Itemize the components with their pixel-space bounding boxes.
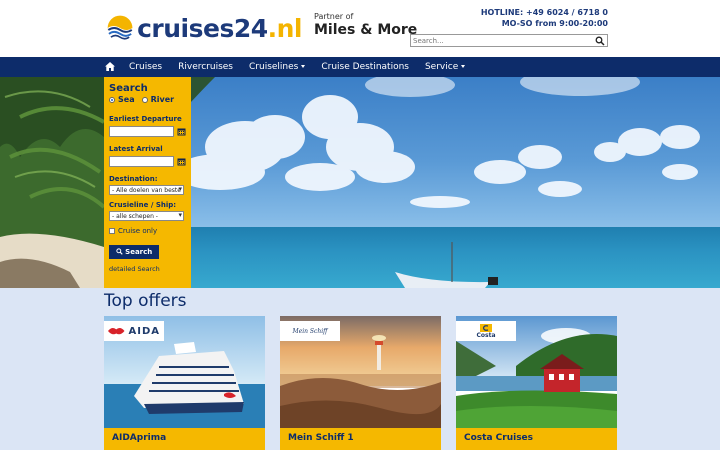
radio-sea[interactable] [109, 96, 115, 103]
mein-schiff-brand-text: Mein Schiff [292, 327, 328, 335]
nav-cruiselines-label: Cruiselines [249, 62, 299, 72]
wave-logo-icon [107, 15, 133, 42]
offer-title-bar: Costa Cruises [456, 428, 617, 450]
mein-schiff-brand-logo: Mein Schiff [280, 321, 340, 341]
radio-river-label: River [150, 95, 175, 104]
header: cruises24.nl Partner of Miles & More HOT… [0, 0, 720, 57]
destination-select[interactable]: - Alle doelen van beste [109, 185, 184, 195]
cruise-search-panel: Search Sea River Earliest Departure Late… [104, 77, 191, 288]
calendar-icon[interactable] [177, 127, 186, 136]
latest-arrival-label: Latest Arrival [109, 145, 163, 153]
latest-arrival-row [109, 156, 186, 167]
hotline-number: HOTLINE: +49 6024 / 6718 0 [480, 8, 608, 17]
nav-destinations-label: Cruise Destinations [321, 62, 409, 72]
offer-title: AIDAprima [112, 433, 167, 443]
partner-name: Miles & More [314, 22, 418, 38]
search-button-label: Search [125, 248, 153, 256]
earliest-departure-input[interactable] [109, 126, 174, 137]
costa-brand-text: Costa [476, 331, 496, 339]
search-icon[interactable] [595, 36, 605, 46]
logo-tld: .nl [267, 13, 303, 43]
offer-title-bar: AIDAprima [104, 428, 265, 450]
detailed-search-link[interactable]: detailed Search [109, 265, 186, 273]
hotline-info: HOTLINE: +49 6024 / 6718 0 MO-SO from 9:… [481, 7, 608, 29]
search-button[interactable]: Search [109, 245, 159, 259]
partner-small-label: Partner of [314, 12, 354, 21]
cruise-only-option: Cruise only [109, 227, 186, 235]
aida-brand-logo: AIDA [104, 321, 164, 341]
aida-brand-text: AIDA [128, 325, 160, 337]
offer-card[interactable]: Costa Costa Cruises [456, 316, 617, 450]
cruise-type-radios: Sea River [109, 95, 186, 104]
site-logo[interactable]: cruises24.nl [107, 7, 303, 49]
nav-items: Cruises Rivercruises Cruiselines Cruise … [103, 57, 473, 77]
cruise-only-checkbox[interactable] [109, 228, 115, 234]
nav-rivercruises-label: Rivercruises [178, 62, 233, 72]
cruiseline-select[interactable]: - alle schepen - [109, 211, 184, 221]
nav-service[interactable]: Service [417, 57, 473, 77]
offer-title-bar: Mein Schiff 1 [280, 428, 441, 450]
nav-cruiselines[interactable]: Cruiselines [241, 57, 313, 77]
nav-cruises[interactable]: Cruises [121, 57, 170, 77]
earliest-departure-row [109, 126, 186, 137]
offer-title: Costa Cruises [464, 433, 534, 443]
caret-down-icon [301, 65, 306, 68]
offer-card[interactable]: Mein Schiff Mein Schiff 1 [280, 316, 441, 450]
nav-cruise-destinations[interactable]: Cruise Destinations [313, 57, 417, 77]
cruiseline-label: Crusieline / Ship: [109, 201, 177, 209]
radio-sea-label: Sea [118, 95, 135, 104]
nav-rivercruises[interactable]: Rivercruises [170, 57, 241, 77]
hotline-hours: MO-SO from 9:00-20:00 [501, 19, 608, 28]
partner-badge[interactable]: Partner of Miles & More [314, 12, 417, 38]
home-icon [105, 62, 115, 71]
site-search [410, 34, 608, 47]
site-search-input[interactable] [411, 35, 593, 46]
radio-river[interactable] [141, 96, 148, 103]
latest-arrival-input[interactable] [109, 156, 174, 167]
costa-c-icon [480, 323, 492, 332]
page: cruises24.nl Partner of Miles & More HOT… [0, 0, 720, 450]
logo-name: cruises24 [137, 13, 268, 43]
offer-title: Mein Schiff 1 [288, 433, 354, 443]
search-panel-title: Search [109, 83, 148, 94]
nav-home[interactable] [103, 57, 121, 77]
search-icon [116, 248, 123, 255]
offer-card[interactable]: AIDA AIDAprima [104, 316, 265, 450]
caret-down-icon [461, 65, 466, 68]
logo-wordmark: cruises24.nl [137, 14, 302, 43]
cruise-only-label: Cruise only [118, 227, 158, 235]
calendar-icon[interactable] [177, 157, 186, 166]
destination-label: Destination: [109, 175, 158, 183]
top-offers-title: Top offers [104, 291, 187, 311]
earliest-departure-label: Earliest Departure [109, 115, 182, 123]
costa-brand-logo: Costa [456, 321, 516, 341]
main-navbar: Cruises Rivercruises Cruiselines Cruise … [0, 57, 720, 77]
aida-lips-icon [108, 328, 125, 335]
nav-service-label: Service [424, 62, 459, 72]
nav-cruises-label: Cruises [129, 62, 163, 72]
